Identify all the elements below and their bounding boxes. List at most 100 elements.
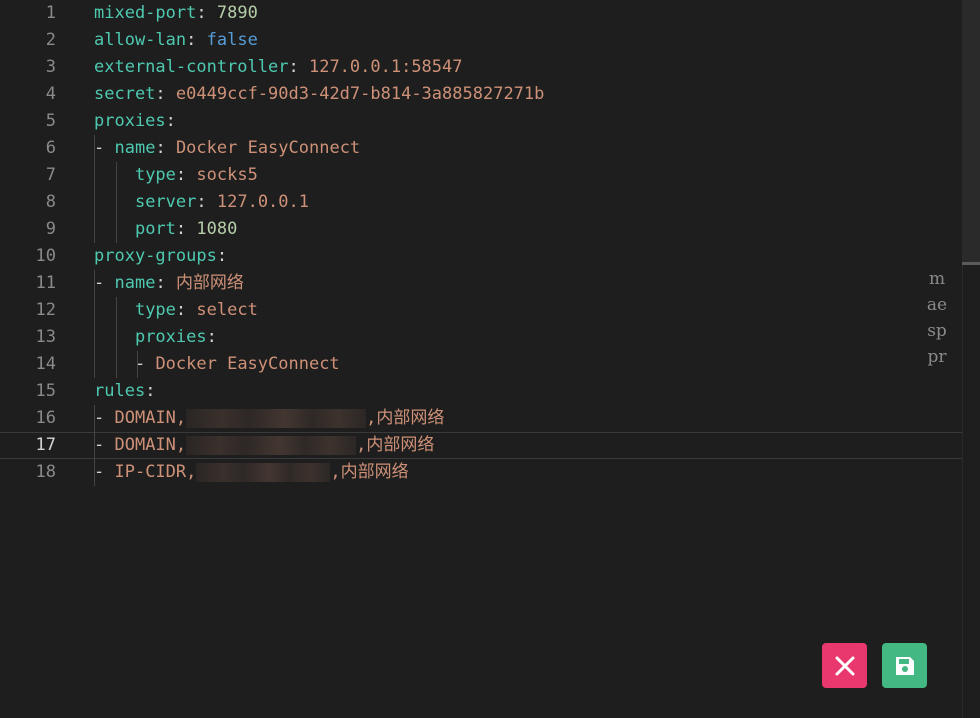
code-line[interactable]: 15 rules: (0, 378, 962, 405)
yaml-value: socks5 (196, 165, 258, 185)
line-number: 12 (35, 300, 56, 320)
code-line[interactable]: 16 - DOMAIN, ,内部网络 (0, 405, 962, 432)
save-icon (895, 656, 914, 675)
redacted-value (186, 435, 357, 455)
code-text: secret: e0449ccf-90d3-42d7-b814-3a885827… (94, 81, 544, 108)
code-line[interactable]: 3 external-controller: 127.0.0.1:58547 (0, 54, 962, 81)
colon: : (155, 273, 166, 293)
code-text: - Docker EasyConnect (94, 351, 340, 378)
code-text: mixed-port: 7890 (94, 0, 258, 27)
line-number: 14 (35, 354, 56, 374)
code-text: external-controller: 127.0.0.1:58547 (94, 54, 463, 81)
code-text: - name: Docker EasyConnect (94, 135, 360, 162)
colon: : (155, 138, 166, 158)
yaml-key: server (134, 192, 197, 212)
code-text: - DOMAIN, ,内部网络 (94, 405, 444, 432)
code-text: server: 127.0.0.1 (94, 189, 309, 216)
indent-guide (137, 351, 138, 378)
list-item-value: Docker EasyConnect (155, 354, 340, 374)
colon: : (206, 327, 217, 347)
colon: : (196, 3, 207, 23)
save-button[interactable] (882, 643, 927, 688)
line-number: 9 (45, 219, 56, 239)
code-line[interactable]: 13 proxies: (0, 324, 962, 351)
code-line[interactable]: 17 - DOMAIN, ,内部网络 (0, 432, 978, 459)
yaml-key: type (134, 165, 176, 185)
code-text: - name: 内部网络 (94, 270, 244, 297)
list-dash: - (94, 435, 115, 455)
rule-type: IP-CIDR, (114, 462, 197, 482)
line-number: 15 (35, 381, 56, 401)
yaml-key: proxies (134, 327, 207, 347)
code-line[interactable]: 12 type: select (0, 297, 962, 324)
rule-target: ,内部网络 (330, 462, 409, 482)
code-line[interactable]: 10 proxy-groups: (0, 243, 962, 270)
code-line[interactable]: 11 - name: 内部网络 (0, 270, 962, 297)
line-number: 4 (45, 84, 56, 104)
close-icon (835, 656, 854, 675)
colon: : (196, 192, 207, 212)
rule-target: ,内部网络 (366, 408, 445, 428)
code-line[interactable]: 6 - name: Docker EasyConnect (0, 135, 962, 162)
code-line[interactable]: 9 port: 1080 (0, 216, 962, 243)
colon: : (175, 165, 187, 185)
yaml-value: 127.0.0.1:58547 (308, 57, 463, 77)
yaml-key: allow-lan (94, 30, 187, 50)
yaml-key: secret (94, 84, 156, 104)
code-line[interactable]: 2 allow-lan: false (0, 27, 962, 54)
yaml-key: proxy-groups (94, 246, 217, 266)
colon: : (175, 300, 187, 320)
list-dash: - (94, 138, 115, 158)
line-number: 16 (35, 408, 56, 428)
line-number: 17 (35, 435, 56, 455)
yaml-value: 1080 (196, 219, 238, 239)
colon: : (165, 111, 176, 131)
code-text: type: select (94, 297, 258, 324)
line-number: 5 (45, 111, 56, 131)
code-editor[interactable]: 1 mixed-port: 7890 2 allow-lan: false 3 exter… (0, 0, 980, 718)
line-number: 8 (45, 192, 56, 212)
colon: : (175, 219, 187, 239)
colon: : (288, 57, 299, 77)
yaml-key: proxies (94, 111, 166, 131)
line-number: 11 (35, 273, 56, 293)
yaml-key: external-controller (94, 57, 289, 77)
code-text: - IP-CIDR, ,内部网络 (94, 459, 409, 486)
code-line[interactable]: 14 - Docker EasyConnect (0, 351, 962, 378)
code-line[interactable]: 4 secret: e0449ccf-90d3-42d7-b814-3a88582… (0, 81, 962, 108)
indent-guide (116, 162, 117, 243)
code-line[interactable]: 1 mixed-port: 7890 (0, 0, 962, 27)
code-text: proxies: (94, 108, 176, 135)
yaml-value: false (206, 30, 258, 50)
yaml-value: 内部网络 (175, 273, 244, 293)
scrollbar-cursor-marker (962, 262, 980, 265)
code-line[interactable]: 5 proxies: (0, 108, 962, 135)
list-dash: - (94, 408, 115, 428)
line-number: 10 (35, 246, 56, 266)
list-dash: - (134, 354, 156, 374)
yaml-key: name (114, 138, 156, 158)
scrollbar-thumb[interactable] (962, 0, 980, 262)
yaml-key: type (134, 300, 176, 320)
code-line[interactable]: 7 type: socks5 (0, 162, 962, 189)
code-text: allow-lan: false (94, 27, 258, 54)
line-number: 18 (35, 462, 56, 482)
yaml-value: 7890 (216, 3, 258, 23)
line-number: 13 (35, 327, 56, 347)
redacted-value (186, 408, 367, 428)
code-line[interactable]: 8 server: 127.0.0.1 (0, 189, 962, 216)
list-dash: - (94, 273, 115, 293)
cancel-button[interactable] (822, 643, 867, 688)
line-number: 6 (45, 138, 56, 158)
rule-type: DOMAIN, (114, 435, 187, 455)
minimap-label: maesppr (926, 269, 948, 367)
rule-target: ,内部网络 (356, 435, 435, 455)
code-line[interactable]: 18 - IP-CIDR, ,内部网络 (0, 459, 962, 486)
list-dash: - (94, 462, 115, 482)
line-number: 1 (45, 3, 56, 23)
indent-guide (94, 135, 95, 243)
code-text: type: socks5 (94, 162, 258, 189)
yaml-value: 127.0.0.1 (216, 192, 309, 212)
yaml-key: port (134, 219, 176, 239)
yaml-key: rules (94, 381, 146, 401)
